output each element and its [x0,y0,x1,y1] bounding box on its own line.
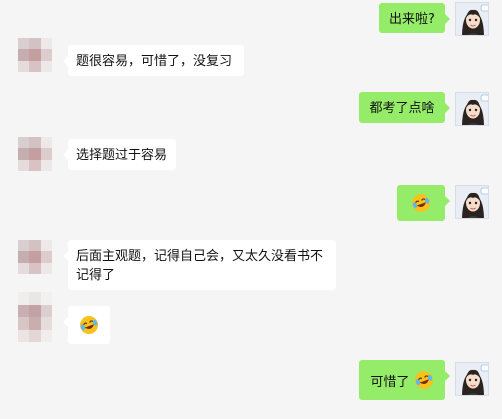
self-avatar[interactable] [455,185,489,219]
message-bubble-sent[interactable]: 都考了点啥 [359,92,450,123]
laughing-crying-emoji-icon [414,371,433,389]
message-bubble-sent[interactable] [397,185,450,221]
cartoon-girl-avatar-icon [456,363,488,395]
contact-avatar[interactable] [18,38,52,72]
message-text: 都考了点啥 [369,101,435,116]
contact-avatar[interactable] [18,240,52,274]
self-avatar[interactable] [455,362,489,396]
contact-avatar[interactable] [18,292,52,342]
message-bubble-received[interactable]: 题很容易，可惜了，没复习 [63,45,244,76]
message-bubble-received[interactable]: 选择题过于容易 [63,139,176,170]
message-text: 题很容易，可惜了，没复习 [76,54,233,69]
message-text: 选择题过于容易 [76,148,168,163]
laughing-crying-emoji-icon [80,316,98,334]
cartoon-girl-avatar-icon [456,93,488,125]
contact-avatar[interactable] [18,137,52,171]
message-bubble-sent[interactable]: 出来啦? [379,3,450,33]
message-text-line: 后面主观题，记得自己会，又太久没看书不 [76,249,324,264]
message-text-line: 记得了 [76,268,116,283]
message-bubble-received[interactable]: 后面主观题，记得自己会，又太久没看书不 记得了 [63,240,336,290]
message-bubble-received[interactable] [63,306,110,344]
self-avatar[interactable] [455,2,489,36]
message-text: 出来啦? [389,12,435,27]
self-avatar[interactable] [455,92,489,126]
message-text: 可惜了 [370,375,410,390]
cartoon-girl-avatar-icon [456,186,488,218]
laughing-crying-emoji-icon [412,194,430,212]
message-bubble-sent[interactable]: 可惜了 [359,360,450,400]
cartoon-girl-avatar-icon [456,3,488,35]
